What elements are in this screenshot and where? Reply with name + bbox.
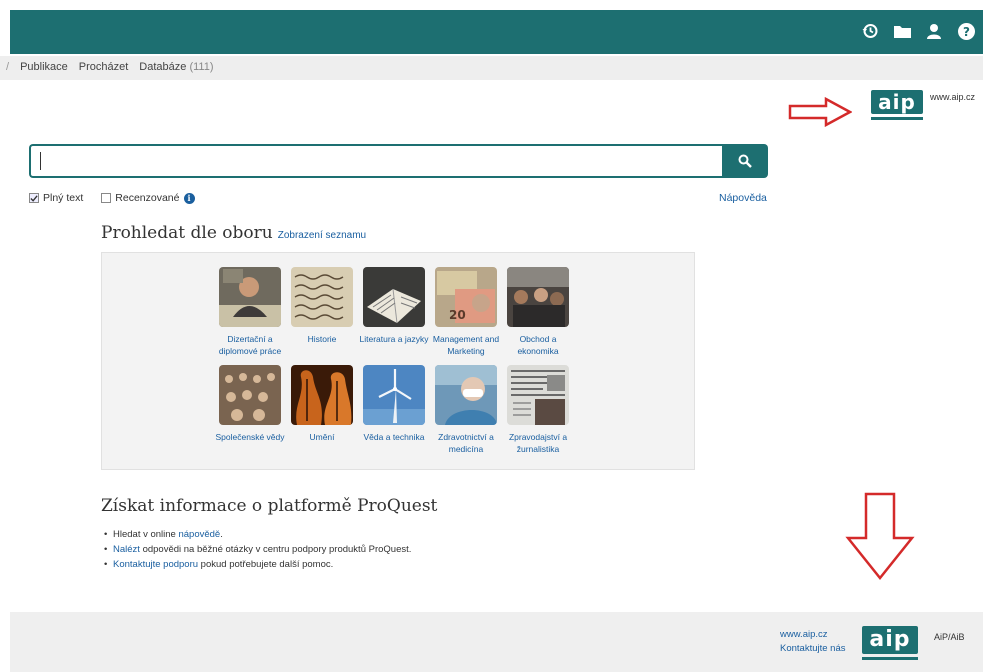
subject-grid: Dizertační a diplomové práce Historie Li…	[101, 252, 695, 470]
svg-text:20: 20	[449, 308, 466, 322]
nav-bar: / Publikace Procházet Databáze (111)	[0, 56, 983, 80]
search-bar	[29, 144, 768, 178]
nav-item-databases-label: Databáze	[139, 61, 187, 73]
science-tech-image	[363, 365, 425, 425]
footer-aip-text: aip	[869, 627, 911, 652]
aip-logo-text: aip	[878, 90, 916, 114]
find-answers-link[interactable]: Nalézt	[113, 544, 140, 555]
subject-label: Věda a technika	[363, 432, 425, 442]
news-image	[507, 365, 569, 425]
nav-divider: /	[6, 61, 10, 73]
nav-item-publications[interactable]: Publikace	[20, 61, 68, 73]
info-icon[interactable]: i	[183, 192, 195, 204]
text-cursor	[40, 152, 41, 170]
footer-links: www.aip.cz Kontaktujte nás	[780, 628, 846, 656]
nav-item-browse[interactable]: Procházet	[79, 61, 129, 73]
subject-social-sciences[interactable]: Společenské vědy	[214, 365, 286, 443]
subject-health[interactable]: Zdravotnictví a medicína	[430, 365, 502, 455]
help-link[interactable]: Nápověda	[719, 192, 767, 204]
info-list: Hledat v online nápovědě. Nalézt odpověd…	[104, 529, 424, 574]
social-sciences-image	[219, 365, 281, 425]
help-icon[interactable]: ?	[957, 22, 975, 40]
subject-label: Dizertační a diplomové práce	[218, 334, 282, 356]
online-help-link[interactable]: nápovědě	[178, 529, 220, 540]
info-text: odpovědi na běžné otázky v centru podpor…	[139, 544, 412, 555]
search-options: Plný text Recenzované i	[29, 192, 213, 204]
aip-logo[interactable]: aip	[871, 90, 923, 120]
list-item: Nalézt odpovědi na běžné otázky v centru…	[104, 544, 424, 556]
top-bar: ?	[10, 10, 983, 54]
browse-header: Prohledat dle oboru Zobrazení seznamu	[101, 223, 366, 243]
subject-label: Literatura a jazyky	[359, 334, 429, 344]
subject-label: Zdravotnictví a medicína	[438, 432, 494, 454]
history-image	[291, 267, 353, 327]
info-text: .	[220, 529, 223, 540]
subject-dissertations[interactable]: Dizertační a diplomové práce	[214, 267, 286, 357]
subject-label: Společenské vědy	[215, 432, 285, 442]
peer-reviewed-checkbox[interactable]	[101, 193, 112, 203]
subject-literature[interactable]: Literatura a jazyky	[358, 267, 430, 345]
subject-business[interactable]: Obchod a ekonomika	[502, 267, 574, 357]
aip-logo-underline	[871, 117, 923, 120]
aip-url[interactable]: www.aip.cz	[930, 92, 975, 102]
arrow-down-icon	[844, 492, 916, 585]
footer-aip-badge: aip	[862, 626, 918, 654]
history-icon[interactable]	[861, 22, 879, 40]
search-input[interactable]	[29, 144, 722, 178]
fulltext-label: Plný text	[43, 192, 84, 204]
health-image	[435, 365, 497, 425]
subject-arts[interactable]: Umění	[286, 365, 358, 443]
nav-item-databases[interactable]: Databáze (111)	[139, 61, 213, 73]
fulltext-checkbox[interactable]	[29, 193, 39, 203]
folder-icon[interactable]	[893, 22, 911, 40]
footer-aib-label: AiP/AiB	[934, 632, 965, 642]
list-item: Kontaktujte podporu pokud potřebujete da…	[104, 559, 424, 571]
info-title: Získat informace o platformě ProQuest	[101, 496, 438, 516]
subject-label: Umění	[309, 432, 335, 442]
info-text: Hledat v online	[113, 529, 179, 540]
subject-label: Historie	[307, 334, 337, 344]
footer: www.aip.cz Kontaktujte nás aip AiP/AiB	[10, 612, 983, 672]
list-view-link[interactable]: Zobrazení seznamu	[278, 230, 366, 241]
database-count: (111)	[189, 61, 214, 73]
fulltext-option[interactable]: Plný text	[29, 192, 83, 204]
subject-news[interactable]: Zpravodajství a žurnalistika	[502, 365, 574, 455]
svg-text:?: ?	[963, 25, 970, 39]
footer-aip-underline	[862, 657, 918, 660]
user-icon[interactable]	[925, 22, 943, 40]
footer-contact-link[interactable]: Kontaktujte nás	[780, 642, 846, 656]
top-bar-icons: ?	[861, 22, 975, 40]
peer-reviewed-option[interactable]: Recenzované i	[101, 192, 195, 204]
info-text: pokud potřebujete další pomoc.	[198, 559, 334, 570]
arts-image	[291, 365, 353, 425]
subject-history[interactable]: Historie	[286, 267, 358, 345]
subject-label: Zpravodajství a žurnalistika	[508, 432, 568, 454]
subject-management[interactable]: 20 Management and Marketing	[430, 267, 502, 357]
search-icon	[738, 154, 752, 168]
subject-label: Obchod a ekonomika	[517, 334, 559, 356]
contact-support-link[interactable]: Kontaktujte podporu	[113, 559, 198, 570]
subject-science-tech[interactable]: Věda a technika	[358, 365, 430, 443]
list-item: Hledat v online nápovědě.	[104, 529, 424, 541]
search-button[interactable]	[722, 144, 768, 178]
literature-image	[363, 267, 425, 327]
browse-title: Prohledat dle oboru	[101, 223, 273, 243]
peer-reviewed-label: Recenzované	[115, 192, 180, 204]
arrow-right-icon	[788, 96, 853, 132]
management-image: 20	[435, 267, 497, 327]
business-image	[507, 267, 569, 327]
footer-url-link[interactable]: www.aip.cz	[780, 628, 846, 642]
dissertations-image	[219, 267, 281, 327]
footer-aip-logo[interactable]: aip	[862, 626, 918, 660]
subject-label: Management and Marketing	[432, 334, 500, 356]
aip-logo-badge: aip	[871, 90, 923, 114]
